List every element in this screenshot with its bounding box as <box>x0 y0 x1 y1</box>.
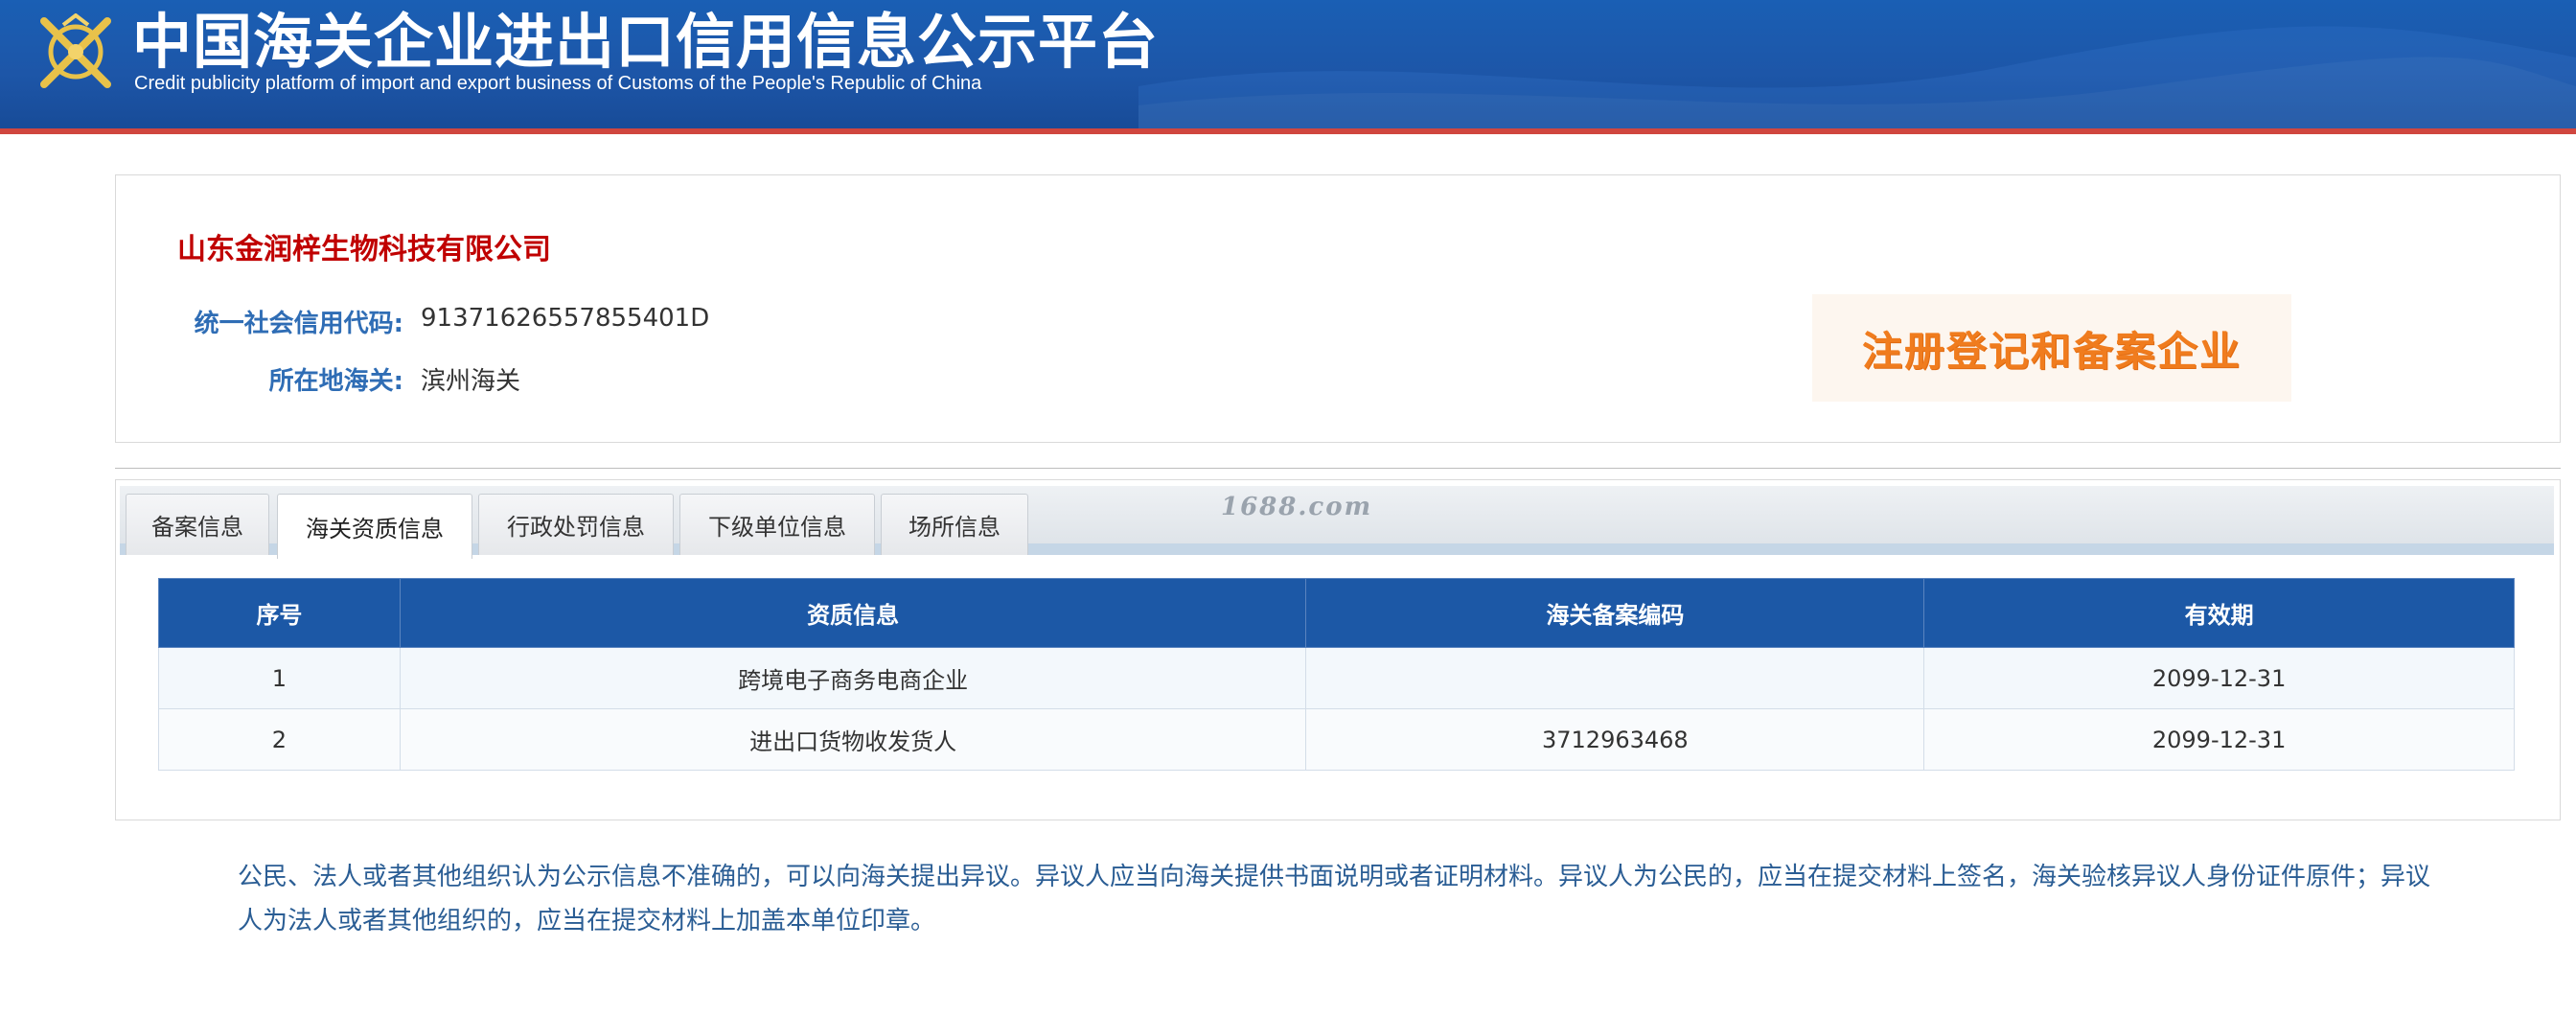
section-divider <box>115 468 2561 469</box>
watermark-text: 1688.com <box>1221 493 1373 521</box>
column-header-index: 序号 <box>158 578 401 648</box>
cell-filing-code <box>1305 647 1925 709</box>
table-row: 2 进出口货物收发货人 3712963468 2099-12-31 <box>158 708 2515 771</box>
company-info-card: 山东金润梓生物科技有限公司 统一社会信用代码: 9137162655785540… <box>115 174 2561 443</box>
customs-office-value: 滨州海关 <box>421 367 521 396</box>
objection-notice: 公民、法人或者其他组织认为公示信息不准确的，可以向海关提出异议。异议人应当向海关… <box>238 863 2431 935</box>
table-header-row: 序号 资质信息 海关备案编码 有效期 <box>158 578 2515 648</box>
header-wave-decoration <box>1138 26 2576 128</box>
customs-emblem-icon <box>40 13 111 88</box>
tab-site-info[interactable]: 场所信息 <box>881 494 1028 555</box>
cell-filing-code: 3712963468 <box>1305 708 1925 771</box>
column-header-validity: 有效期 <box>1923 578 2515 648</box>
tab-customs-qualification[interactable]: 海关资质信息 <box>277 494 472 559</box>
table-row: 1 跨境电子商务电商企业 2099-12-31 <box>158 647 2515 709</box>
site-subtitle: Credit publicity platform of import and … <box>134 73 982 94</box>
enterprise-status-badge: 注册登记和备案企业 <box>1812 294 2291 402</box>
site-header: 中国海关企业进出口信用信息公示平台 Credit publicity platf… <box>0 0 2576 134</box>
column-header-filing-code: 海关备案编码 <box>1305 578 1925 648</box>
cell-qualification: 跨境电子商务电商企业 <box>399 647 1307 709</box>
customs-office-label: 所在地海关: <box>268 367 403 396</box>
tab-subordinate-units[interactable]: 下级单位信息 <box>679 494 875 555</box>
credit-code-value: 91371626557855401D <box>421 304 710 333</box>
cell-validity: 2099-12-31 <box>1923 708 2515 771</box>
cell-qualification: 进出口货物收发货人 <box>399 708 1307 771</box>
credit-code-label: 统一社会信用代码: <box>194 310 403 338</box>
company-name: 山东金润梓生物科技有限公司 <box>177 233 551 266</box>
tab-filing-info[interactable]: 备案信息 <box>126 494 269 555</box>
qualification-table: 序号 资质信息 海关备案编码 有效期 1 跨境电子商务电商企业 2099-12-… <box>158 578 2515 771</box>
site-title: 中国海关企业进出口信用信息公示平台 <box>132 7 1160 77</box>
cell-validity: 2099-12-31 <box>1923 647 2515 709</box>
tab-administrative-penalty[interactable]: 行政处罚信息 <box>478 494 674 555</box>
column-header-qualification: 资质信息 <box>399 578 1307 648</box>
enterprise-status-text: 注册登记和备案企业 <box>1861 327 2242 375</box>
cell-index: 2 <box>158 708 401 771</box>
cell-index: 1 <box>158 647 401 709</box>
